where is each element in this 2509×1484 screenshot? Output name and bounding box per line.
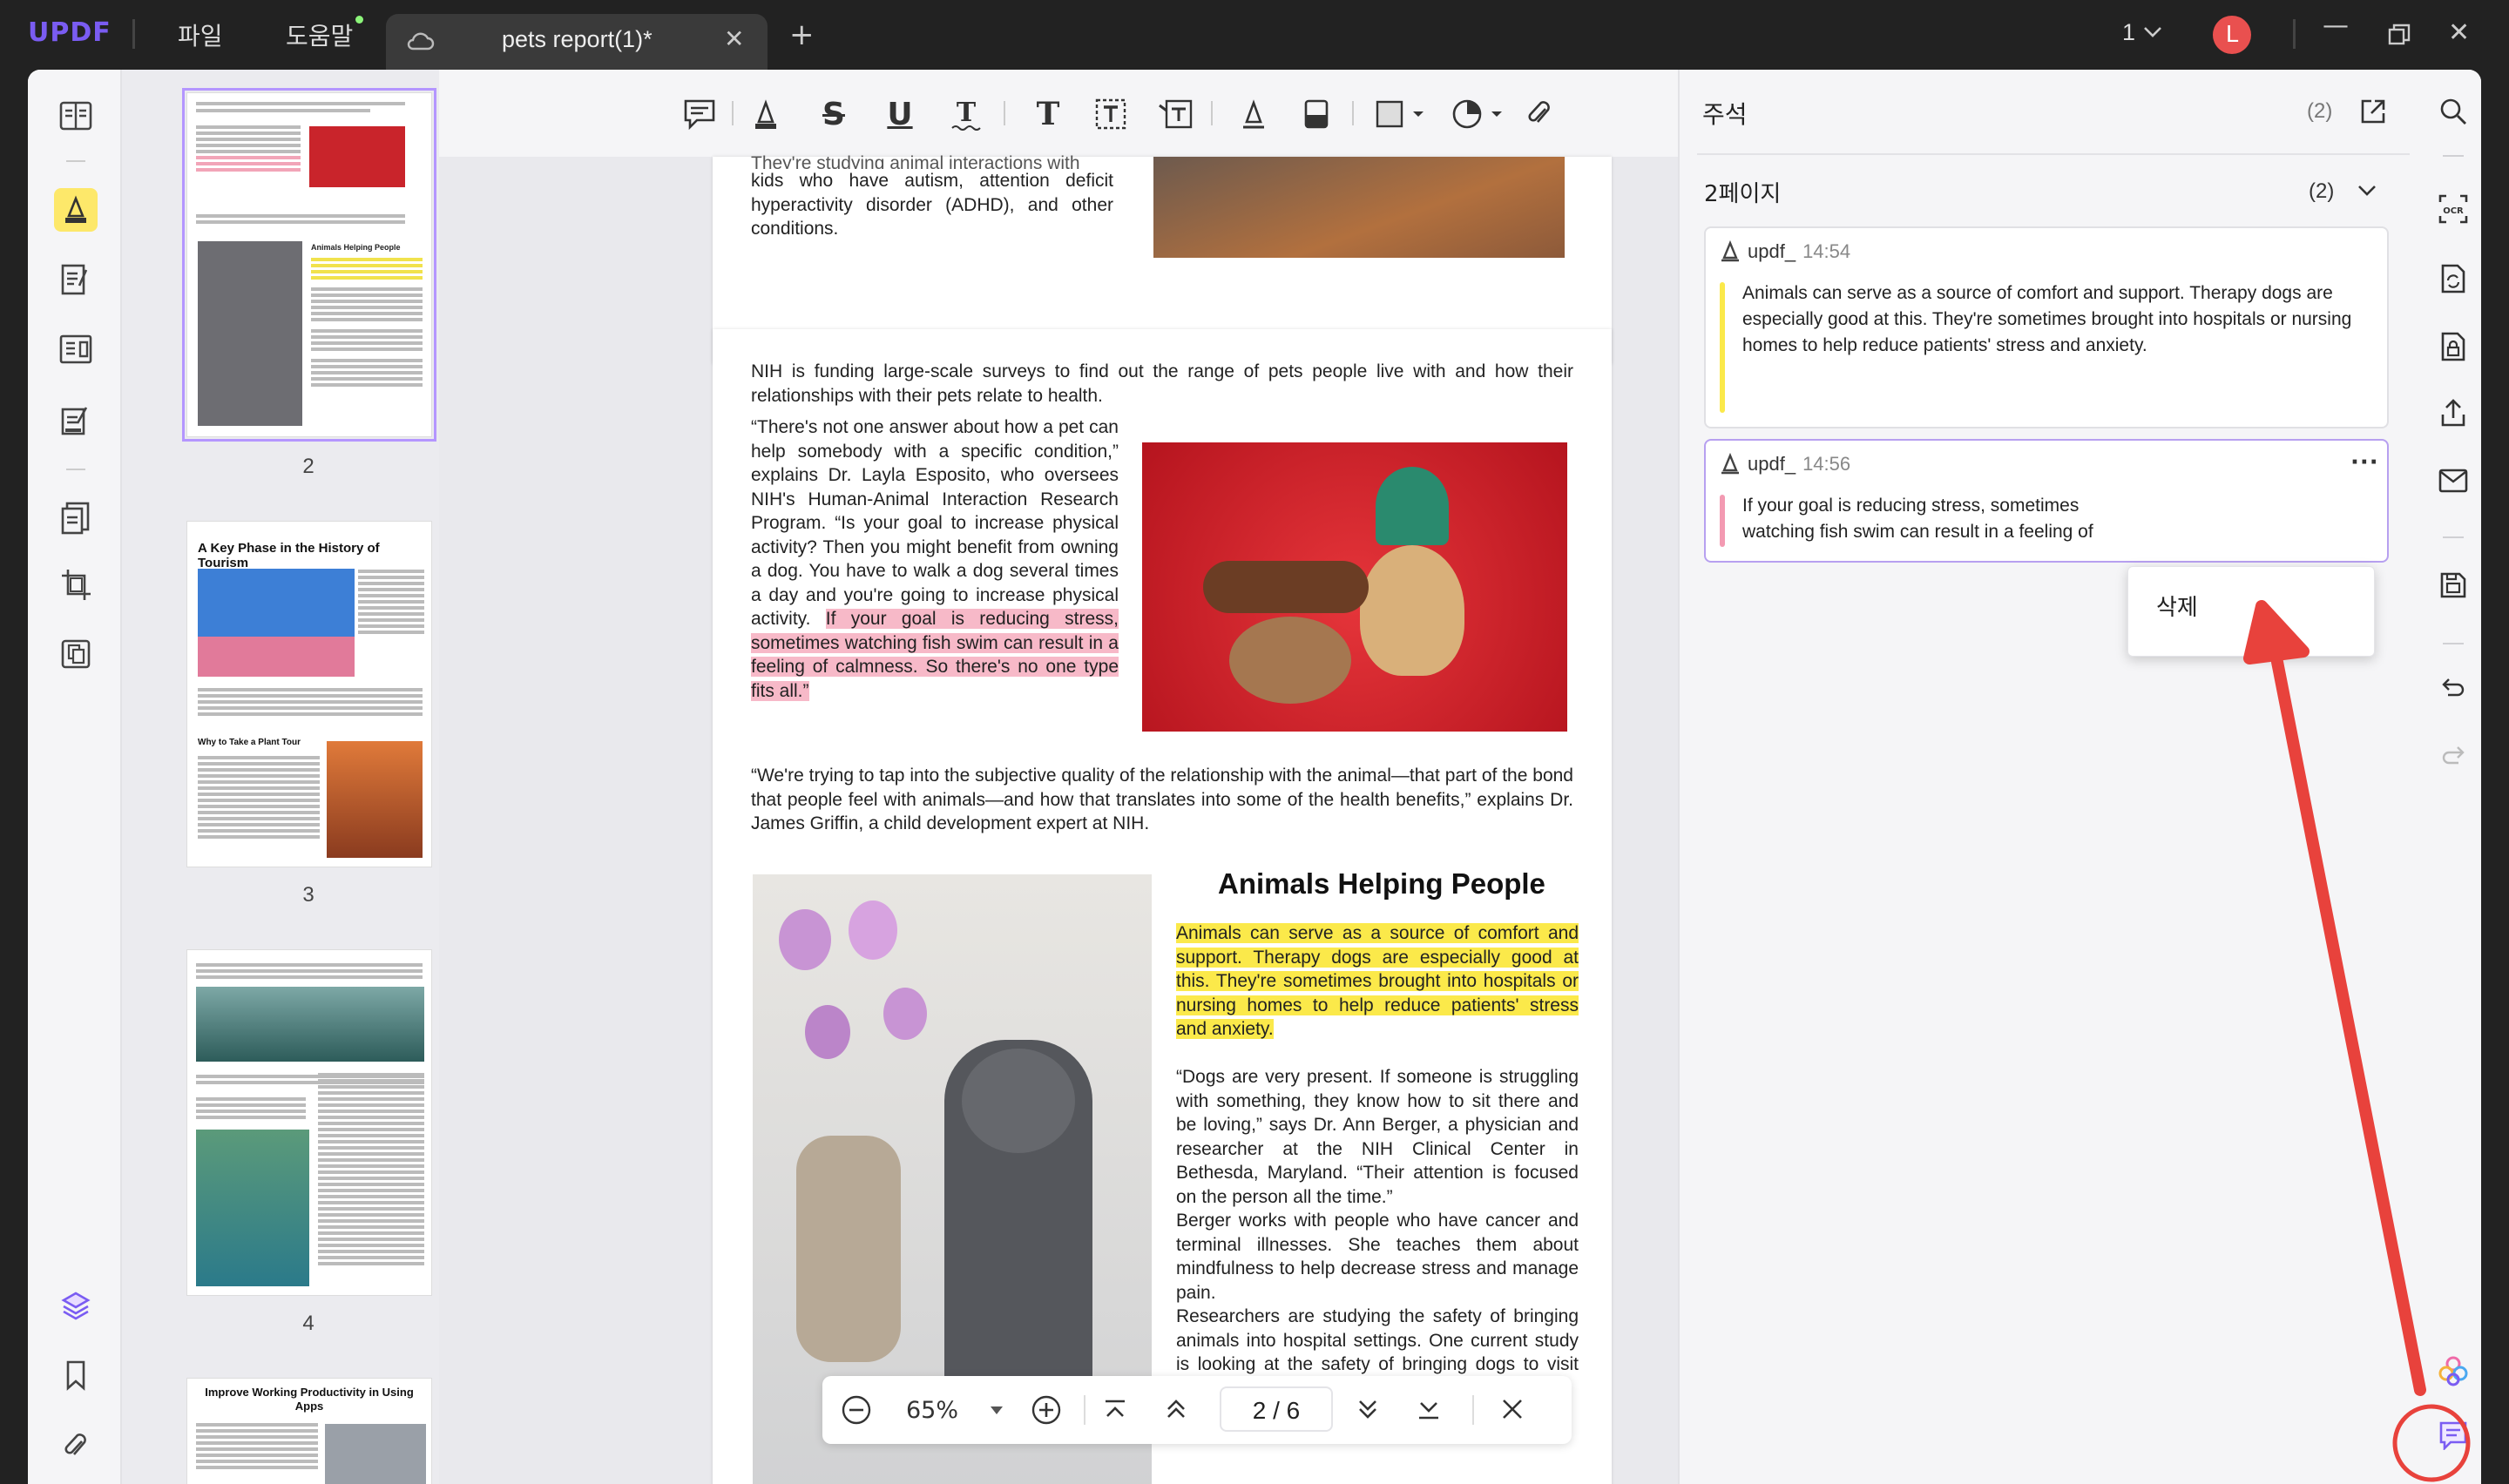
tutorial-annotation-overlay bbox=[2243, 600, 2471, 1482]
red-highlight-circle bbox=[2392, 1404, 2471, 1482]
red-arrow bbox=[2271, 656, 2426, 1396]
red-arrow-head bbox=[2243, 600, 2309, 664]
